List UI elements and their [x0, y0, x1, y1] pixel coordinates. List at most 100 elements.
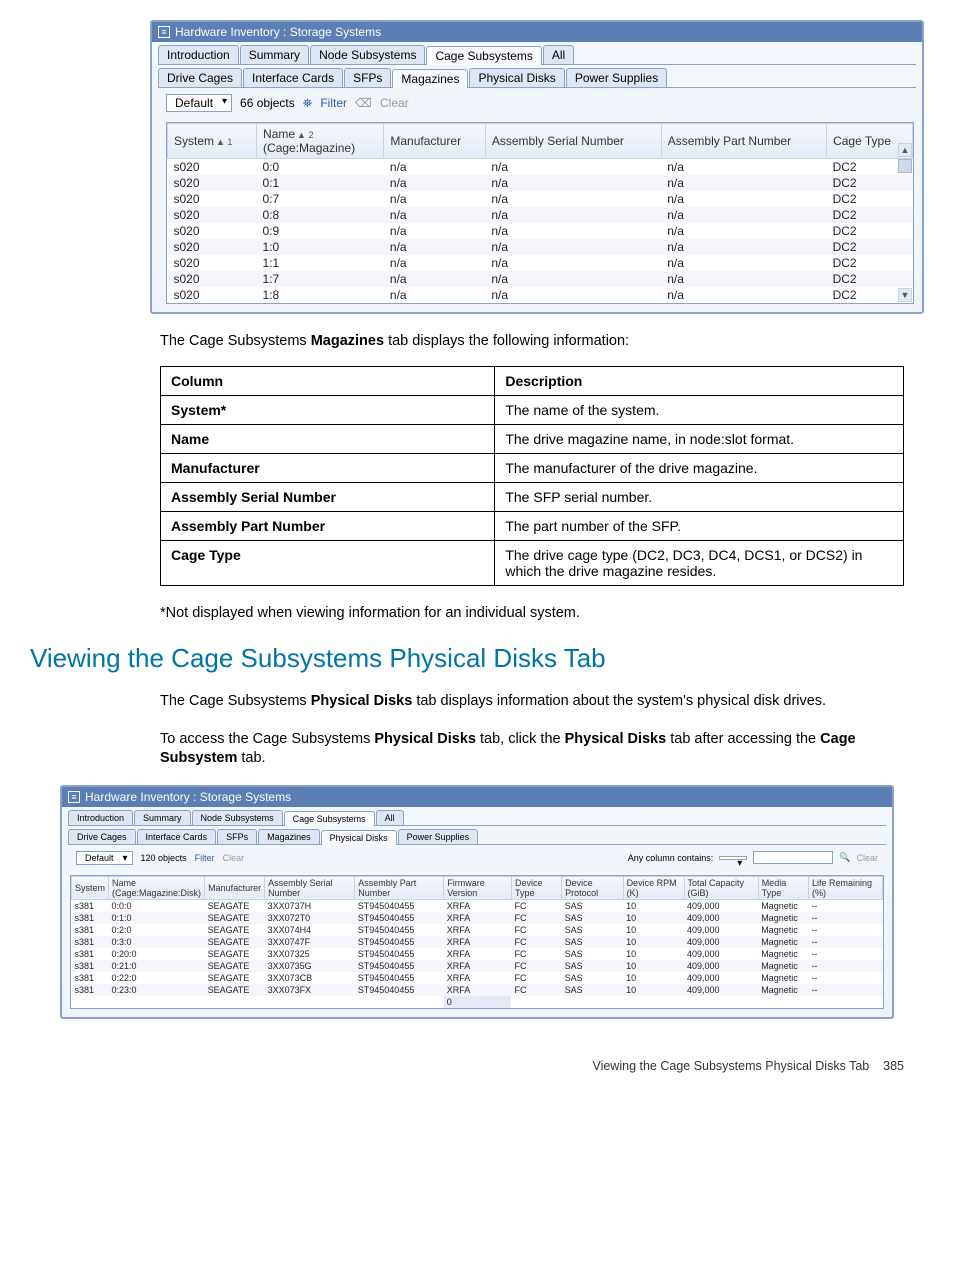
cell: 0:8	[257, 207, 384, 223]
table-row[interactable]: s0201:7n/an/an/aDC2	[168, 271, 913, 287]
tab-cage-subsystems[interactable]: Cage Subsystems	[426, 46, 541, 65]
tab-drive-cages[interactable]: Drive Cages	[68, 829, 136, 844]
panel-title-bar: ≡ Hardware Inventory : Storage Systems	[152, 22, 922, 42]
panel-title: Hardware Inventory : Storage Systems	[85, 790, 291, 804]
cell: XRFA	[444, 960, 512, 972]
table-row[interactable]: s0200:8n/an/an/aDC2	[168, 207, 913, 223]
table-row[interactable]: s0200:1n/an/an/aDC2	[168, 175, 913, 191]
cell: XRFA	[444, 972, 512, 984]
cell: s020	[168, 159, 257, 176]
tab-cage-subsystems[interactable]: Cage Subsystems	[284, 811, 375, 826]
physical-disks-grid: SystemName(Cage:Magazine:Disk)Manufactur…	[71, 876, 883, 1008]
tab-sfps[interactable]: SFPs	[217, 829, 257, 844]
clear-search[interactable]: Clear	[856, 853, 878, 863]
cell: s381	[72, 936, 109, 948]
cell: 409,000	[684, 972, 758, 984]
table-row[interactable]: s3810:0:0SEAGATE3XX0737HST945040455XRFAF…	[72, 899, 883, 912]
tab-summary[interactable]: Summary	[240, 45, 309, 64]
tab-magazines[interactable]: Magazines	[258, 829, 320, 844]
tab-interface-cards[interactable]: Interface Cards	[243, 68, 343, 87]
col-header[interactable]: Device Type	[511, 876, 561, 899]
tab-interface-cards[interactable]: Interface Cards	[137, 829, 217, 844]
tab-sfps[interactable]: SFPs	[344, 68, 391, 87]
cell: FC	[511, 972, 561, 984]
cell: n/a	[661, 255, 826, 271]
table-row[interactable]: s3810:21:0SEAGATE3XX0735GST945040455XRFA…	[72, 960, 883, 972]
scroll-down-icon[interactable]: ▼	[898, 288, 912, 302]
desc-text: The manufacturer of the drive magazine.	[495, 453, 904, 482]
cell: 409,000	[684, 960, 758, 972]
col-header[interactable]: Name(Cage:Magazine:Disk)	[109, 876, 205, 899]
col-header[interactable]: System	[72, 876, 109, 899]
filter-link[interactable]: Filter	[320, 96, 347, 110]
table-row[interactable]: s3810:23:0SEAGATE3XX073FXST945040455XRFA…	[72, 984, 883, 996]
tab-introduction[interactable]: Introduction	[158, 45, 239, 64]
desc-text: The drive cage type (DC2, DC3, DC4, DCS1…	[495, 540, 904, 585]
cell: SEAGATE	[205, 936, 265, 948]
filter-icon: ⛯	[303, 96, 313, 111]
tab-power-supplies[interactable]: Power Supplies	[398, 829, 479, 844]
tab-drive-cages[interactable]: Drive Cages	[158, 68, 242, 87]
col-header[interactable]: System▲ 1	[168, 124, 257, 159]
tab-physical-disks[interactable]: Physical Disks	[469, 68, 564, 87]
tab-introduction[interactable]: Introduction	[68, 810, 133, 825]
table-row[interactable]: s3810:2:0SEAGATE3XX074H4ST945040455XRFAF…	[72, 924, 883, 936]
tab-magazines[interactable]: Magazines	[392, 69, 468, 88]
col-header[interactable]: Device Protocol	[562, 876, 623, 899]
tab-power-supplies[interactable]: Power Supplies	[566, 68, 667, 87]
list-icon: ≡	[68, 791, 80, 803]
col-header[interactable]: Life Remaining (%)	[808, 876, 882, 899]
col-header[interactable]: Manufacturer	[384, 124, 485, 159]
table-row[interactable]: s3810:22:0SEAGATE3XX073CBST945040455XRFA…	[72, 972, 883, 984]
table-row[interactable]: s0201:1n/an/an/aDC2	[168, 255, 913, 271]
col-header[interactable]: Device RPM (K)	[623, 876, 684, 899]
col-header[interactable]: Manufacturer	[205, 876, 265, 899]
table-row[interactable]: s0200:7n/an/an/aDC2	[168, 191, 913, 207]
cell: FC	[511, 899, 561, 912]
tab-summary[interactable]: Summary	[134, 810, 191, 825]
cell: XRFA	[444, 899, 512, 912]
tab-all[interactable]: All	[376, 810, 404, 825]
cell: SAS	[562, 936, 623, 948]
cell: s381	[72, 972, 109, 984]
cell: ST945040455	[355, 899, 444, 912]
tab-all[interactable]: All	[543, 45, 574, 64]
table-row[interactable]: s0200:0n/an/an/aDC2	[168, 159, 913, 176]
scroll-up-icon[interactable]: ▲	[898, 143, 912, 157]
tab-node-subsystems[interactable]: Node Subsystems	[192, 810, 283, 825]
cell: 1:7	[257, 271, 384, 287]
sub-tab-row: Drive CagesInterface CardsSFPsMagazinesP…	[62, 826, 892, 844]
cell: s381	[72, 899, 109, 912]
scroll-thumb[interactable]	[898, 159, 912, 173]
search-mode-combo[interactable]	[719, 856, 747, 860]
table-row[interactable]: s3810:3:0SEAGATE3XX0747FST945040455XRFAF…	[72, 936, 883, 948]
col-header[interactable]: Assembly Part Number	[661, 124, 826, 159]
view-combo[interactable]: Default	[76, 851, 133, 865]
search-input[interactable]	[753, 851, 833, 864]
cell: --	[808, 936, 882, 948]
col-header[interactable]: Name▲ 2(Cage:Magazine)	[257, 124, 384, 159]
tab-node-subsystems[interactable]: Node Subsystems	[310, 45, 425, 64]
col-header[interactable]: Assembly Serial Number	[265, 876, 355, 899]
tab-physical-disks[interactable]: Physical Disks	[321, 830, 397, 845]
table-row[interactable]: s0200:9n/an/an/aDC2	[168, 223, 913, 239]
cell: s020	[168, 271, 257, 287]
col-header[interactable]: Media Type	[758, 876, 808, 899]
cell: DC2	[827, 239, 913, 255]
col-header[interactable]: Firmware Version	[444, 876, 512, 899]
table-row[interactable]: s0201:8n/an/an/aDC2	[168, 287, 913, 303]
filter-link[interactable]: Filter	[195, 853, 215, 863]
cell: SEAGATE	[205, 948, 265, 960]
cell: s020	[168, 207, 257, 223]
cell: XRFA	[444, 936, 512, 948]
col-header[interactable]: Total Capacity (GiB)	[684, 876, 758, 899]
col-header[interactable]: Assembly Serial Number	[485, 124, 661, 159]
view-combo[interactable]: Default	[166, 94, 232, 112]
search-icon[interactable]: 🔍	[839, 852, 850, 863]
table-row[interactable]: s0201:0n/an/an/aDC2	[168, 239, 913, 255]
cell: 10	[623, 912, 684, 924]
desc-intro: The Cage Subsystems Magazines tab displa…	[160, 332, 904, 352]
table-row[interactable]: s3810:20:0SEAGATE3XX07325ST945040455XRFA…	[72, 948, 883, 960]
col-header[interactable]: Assembly Part Number	[355, 876, 444, 899]
table-row[interactable]: s3810:1:0SEAGATE3XX072T0ST945040455XRFAF…	[72, 912, 883, 924]
